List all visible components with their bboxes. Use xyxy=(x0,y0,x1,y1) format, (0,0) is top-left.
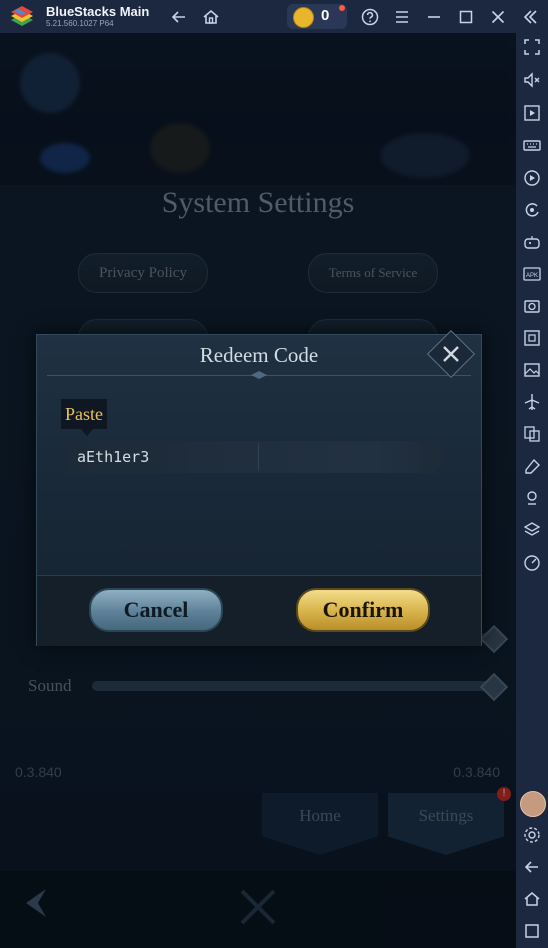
multi-instance-icon[interactable] xyxy=(522,424,542,444)
keyboard-icon[interactable] xyxy=(522,135,542,155)
bluestacks-sidebar: APK xyxy=(516,33,548,948)
home-icon[interactable] xyxy=(522,889,542,909)
redeem-code-dialog: Redeem Code Paste aEth1er3 Cancel Confir… xyxy=(36,329,482,646)
divider-ornament-icon xyxy=(251,371,267,379)
volume-icon[interactable] xyxy=(522,70,542,90)
erase-icon[interactable] xyxy=(522,456,542,476)
maximize-icon[interactable] xyxy=(456,7,476,27)
close-icon[interactable] xyxy=(488,7,508,27)
apk-icon[interactable]: APK xyxy=(522,264,542,284)
notification-dot xyxy=(339,5,345,11)
svg-text:APK: APK xyxy=(526,273,538,279)
app-version: 5.21.560.1027 P64 xyxy=(46,19,114,28)
gamepad-icon[interactable] xyxy=(522,232,542,252)
home-icon[interactable] xyxy=(201,7,221,27)
bluestacks-logo-icon xyxy=(11,6,33,26)
screen-record-icon[interactable] xyxy=(522,103,542,123)
menu-icon[interactable] xyxy=(392,7,412,27)
media-icon[interactable] xyxy=(522,360,542,380)
fullscreen-icon[interactable] xyxy=(522,37,542,57)
back-icon[interactable] xyxy=(522,857,542,877)
avatar-icon[interactable] xyxy=(520,791,546,817)
minimize-icon[interactable] xyxy=(424,7,444,27)
dialog-title: Redeem Code xyxy=(199,343,319,367)
back-arrow-icon[interactable] xyxy=(169,7,189,27)
coin-count: 0 xyxy=(321,7,330,24)
paste-tooltip[interactable]: Paste xyxy=(61,399,107,429)
help-icon[interactable] xyxy=(360,7,380,27)
resize-icon[interactable] xyxy=(522,328,542,348)
layers-icon[interactable] xyxy=(522,520,542,540)
window-titlebar: BlueStacks Main 5.21.560.1027 P64 0 xyxy=(0,0,548,33)
confirm-button[interactable]: Confirm xyxy=(296,588,430,632)
coin-balance[interactable]: 0 xyxy=(287,4,347,29)
recent-apps-icon[interactable] xyxy=(522,921,542,941)
performance-icon[interactable] xyxy=(522,552,542,572)
app-name: BlueStacks Main xyxy=(46,4,150,19)
macro-icon[interactable] xyxy=(522,168,542,188)
airplane-icon[interactable] xyxy=(522,392,542,412)
screenshot-icon[interactable] xyxy=(522,296,542,316)
input-divider xyxy=(258,443,259,471)
rotate-icon[interactable] xyxy=(522,200,542,220)
redeem-code-input[interactable]: aEth1er3 xyxy=(67,441,447,473)
settings-icon[interactable] xyxy=(522,825,542,845)
game-viewport: System Settings Privacy Policy Terms of … xyxy=(0,33,516,948)
collapse-sidebar-icon[interactable] xyxy=(520,7,540,27)
paste-tooltip-arrow xyxy=(81,429,93,436)
location-icon[interactable] xyxy=(522,488,542,508)
dialog-footer: Cancel Confirm xyxy=(37,575,481,646)
cancel-button[interactable]: Cancel xyxy=(89,588,223,632)
close-x-icon[interactable] xyxy=(435,338,467,370)
coin-icon xyxy=(293,7,314,28)
